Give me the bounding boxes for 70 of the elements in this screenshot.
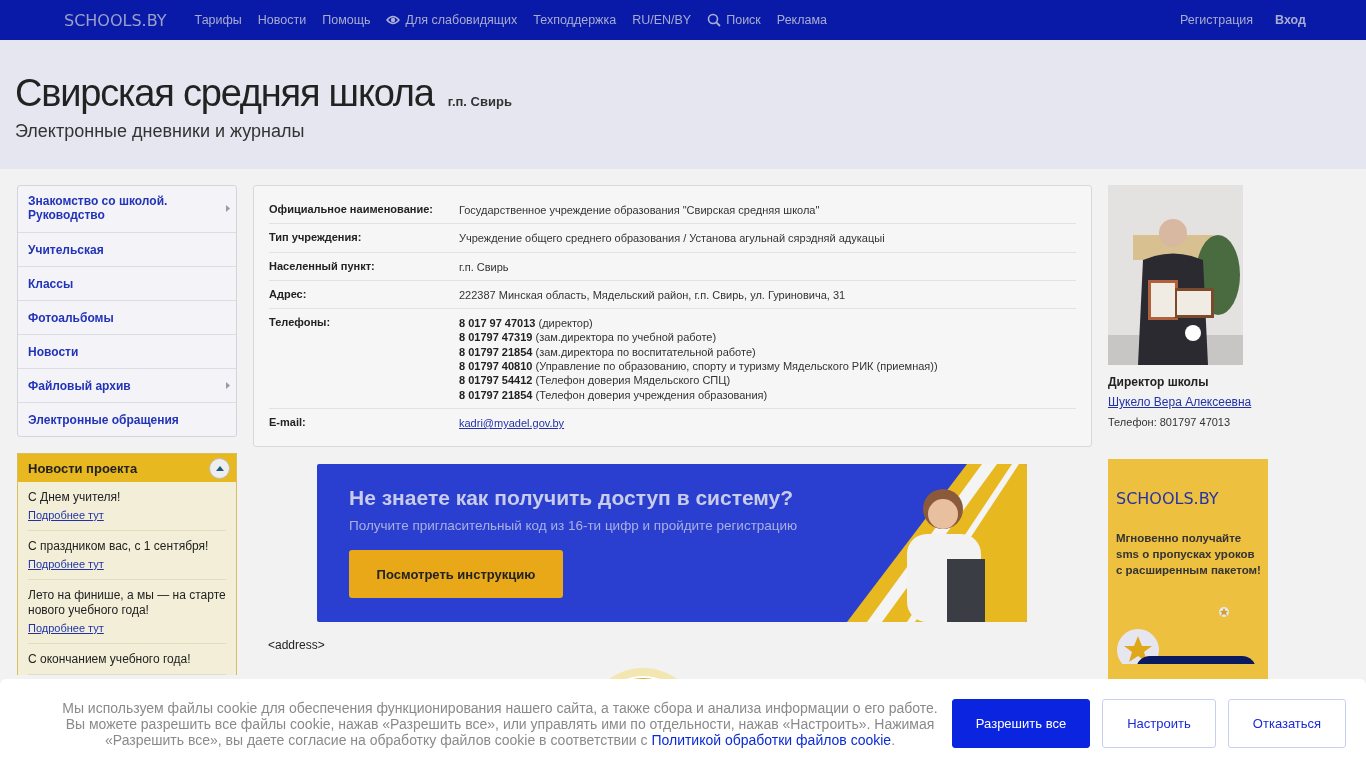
phone-note: (Телефон доверия учреждения образования) xyxy=(535,388,768,401)
field-label: Тип учреждения: xyxy=(269,231,363,246)
director-phone: Телефон: 801797 47013 xyxy=(1108,416,1232,428)
more-link[interactable]: Подробнее тут xyxy=(28,622,104,634)
policy-link[interactable]: Политикой обработки файлов cookie xyxy=(651,731,892,748)
email-link[interactable]: kadri@myadel.gov.by xyxy=(459,416,565,429)
address-text: <address> xyxy=(268,638,326,653)
news-text: С праздником вас, с 1 сентября! xyxy=(28,539,210,554)
phone-note: (зам.директора по воспитательной работе) xyxy=(535,345,756,358)
ad-text: Мгновенно получайте sms о пропусках уроков с расширенным пакетом! xyxy=(1116,531,1262,578)
news-text: Лето на финише, а мы — на старте нового учебного года! xyxy=(28,588,226,618)
field-value: Учреждение общего среднего образования / Установа агульнай сярэдняй адукацыі xyxy=(459,231,885,246)
account-link[interactable]: Регистрация xyxy=(1180,13,1254,27)
field-label: Адрес: xyxy=(269,287,308,302)
menu-item[interactable]: Учительская xyxy=(18,233,236,267)
director-name-link[interactable]: Шукело Вера Алексеевна xyxy=(1108,395,1252,409)
phone-number: 8 01797 21854 xyxy=(459,388,533,401)
cookie-notice: Мы используем файлы cookie для обеспечения функционирования нашего сайта, а также сбора и анализа информации о его работе. Вы можете разрешить все файлы cookie, нажав «Разрешить все», или управлять ими по отдельности, нажав «Настроить». Нажимая «Разрешить все», вы даете согласие на обработку файлов cookie в соответствии с Политикой обработки файлов cookie. xyxy=(61,699,939,748)
collapse-button[interactable] xyxy=(209,457,230,479)
phone-number: 8 01797 47319 xyxy=(459,331,533,344)
nav-link[interactable]: Реклама xyxy=(776,13,827,27)
menu-item[interactable]: Классы xyxy=(18,267,236,301)
field-value: 222387 Минская область, Мядельский район, г.п. Свирь, ул. Гуриновича, 31 xyxy=(459,287,846,303)
field-value: Государственное учреждение образования "Свирская средняя школа" xyxy=(459,203,820,218)
menu-item[interactable]: Новости xyxy=(18,335,236,369)
cookie-button[interactable]: Отказаться xyxy=(1228,699,1346,748)
search-icon xyxy=(707,13,722,27)
nav-link[interactable]: RU/EN/BY xyxy=(632,13,692,27)
site-subtitle: Электронные дневники и журналы xyxy=(15,121,306,142)
caret-icon xyxy=(215,465,224,471)
menu-item[interactable]: Знакомство со школой. Руководство xyxy=(18,186,236,233)
field-label: E-mail: xyxy=(269,415,307,430)
accept-button[interactable]: Разрешить все xyxy=(952,699,1090,748)
phone-note: (Телефон доверия Мядельского СПЦ) xyxy=(535,374,731,387)
more-link[interactable]: Подробнее тут xyxy=(28,509,104,521)
phone-number: 8 01797 21854 xyxy=(459,345,533,358)
banner-heading: Не знаете как получить доступ в систему? xyxy=(349,486,795,511)
nav-link[interactable]: Поиск xyxy=(707,13,761,27)
field-label: Телефоны: xyxy=(269,316,332,331)
news-text: С окончанием учебного года! xyxy=(28,652,192,667)
more-link[interactable]: Подробнее тут xyxy=(28,558,104,570)
site-logo[interactable]: SCHOOLS.BY xyxy=(64,10,167,30)
menu-item[interactable]: Файловый архив xyxy=(18,369,236,403)
field-label: Официальное наименование: xyxy=(269,203,434,217)
nav-link[interactable]: Техподдержка xyxy=(533,13,617,27)
director-role: Директор школы xyxy=(1108,375,1210,389)
cookie-button[interactable]: Настроить xyxy=(1102,699,1216,748)
nav-link[interactable]: Новости xyxy=(257,13,307,27)
news-text: С Днем учителя! xyxy=(28,490,122,505)
nav-link[interactable]: Тарифы xyxy=(194,13,242,27)
locality-label: г.п. Свирь xyxy=(447,94,512,109)
phone-note: (Управление по образованию, спорту и туризму Мядельского РИК (приемная)) xyxy=(535,360,938,373)
field-value: г.п. Свирь xyxy=(459,259,509,274)
phone-number: 8 01797 54412 xyxy=(459,374,533,387)
menu-item[interactable]: Электронные обращения xyxy=(18,403,236,436)
phone-number: 8 01797 40810 xyxy=(459,360,533,373)
ad-logo: SCHOOLS.BY xyxy=(1116,489,1219,508)
instruction-button[interactable]: Посмотреть инструкцию xyxy=(349,550,563,599)
field-label: Населенный пункт: xyxy=(269,259,376,274)
eye-icon xyxy=(386,13,401,27)
school-title: Свирская средняя школа xyxy=(15,72,434,115)
account-link[interactable]: Вход xyxy=(1275,13,1306,27)
nav-link[interactable]: Помощь xyxy=(322,13,371,27)
phone-note: (зам.директора по учебной работе) xyxy=(535,331,717,344)
menu-item[interactable]: Фотоальбомы xyxy=(18,301,236,335)
nav-link[interactable]: Для слабовидящих xyxy=(386,13,518,27)
news-title: Новости проекта xyxy=(28,460,138,476)
phone-note: (директор) xyxy=(538,317,593,330)
phone-number: 8 017 97 47013 xyxy=(459,317,536,330)
banner-text: Получите пригласительный код из 16-ти цифр и пройдите регистрацию xyxy=(349,518,798,534)
